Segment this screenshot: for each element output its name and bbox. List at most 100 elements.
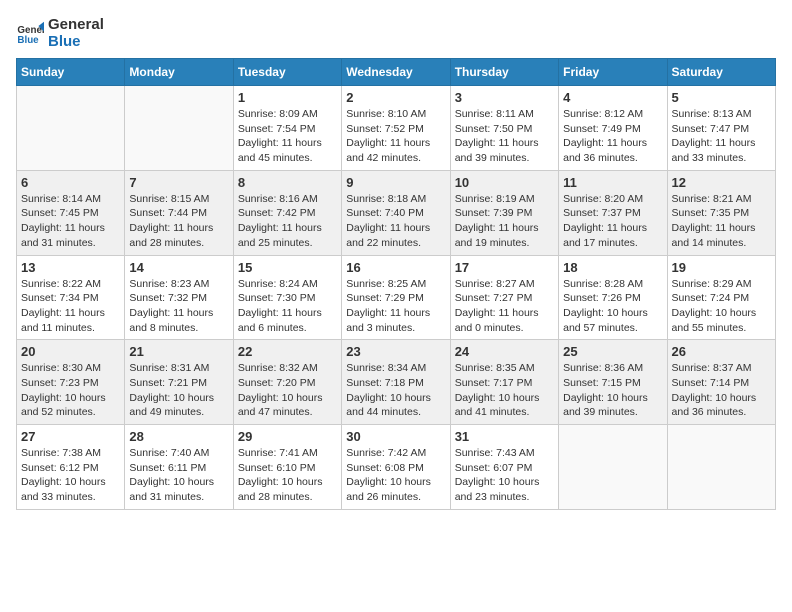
day-number: 3	[455, 90, 554, 105]
calendar-cell: 9 Sunrise: 8:18 AM Sunset: 7:40 PM Daylig…	[342, 170, 450, 255]
calendar-cell: 26Sunrise: 8:37 AM Sunset: 7:14 PM Dayli…	[667, 340, 775, 425]
day-info: Sunrise: 8:28 AM Sunset: 7:26 PM Dayligh…	[563, 277, 662, 336]
day-info: Sunrise: 8:19 AM Sunset: 7:39 PM Dayligh…	[455, 192, 554, 251]
calendar-cell	[17, 86, 125, 171]
calendar-cell: 11 Sunrise: 8:20 AM Sunset: 7:37 PM Dayli…	[559, 170, 667, 255]
calendar-cell: 13Sunrise: 8:22 AM Sunset: 7:34 PM Dayli…	[17, 255, 125, 340]
calendar-cell: 18 Sunrise: 8:28 AM Sunset: 7:26 PM Dayli…	[559, 255, 667, 340]
day-info: Sunrise: 7:38 AM Sunset: 6:12 PM Dayligh…	[21, 446, 120, 505]
calendar-cell: 15 Sunrise: 8:24 AM Sunset: 7:30 PM Dayli…	[233, 255, 341, 340]
day-info: Sunrise: 8:32 AM Sunset: 7:20 PM Dayligh…	[238, 361, 337, 420]
calendar-cell: 27 Sunrise: 7:38 AM Sunset: 6:12 PM Dayli…	[17, 425, 125, 510]
page-header: General Blue General Blue	[16, 16, 776, 50]
weekday-header-tuesday: Tuesday	[233, 59, 341, 86]
calendar-cell	[667, 425, 775, 510]
day-info: Sunrise: 8:34 AM Sunset: 7:18 PM Dayligh…	[346, 361, 445, 420]
day-number: 14	[129, 260, 228, 275]
day-number: 4	[563, 90, 662, 105]
logo-text-general: General	[48, 16, 104, 33]
day-number: 28	[129, 429, 228, 444]
day-number: 27	[21, 429, 120, 444]
day-info: Sunrise: 8:14 AM Sunset: 7:45 PM Dayligh…	[21, 192, 120, 251]
calendar-cell: 19Sunrise: 8:29 AM Sunset: 7:24 PM Dayli…	[667, 255, 775, 340]
calendar-cell: 1 Sunrise: 8:09 AM Sunset: 7:54 PM Daylig…	[233, 86, 341, 171]
calendar-cell: 12Sunrise: 8:21 AM Sunset: 7:35 PM Dayli…	[667, 170, 775, 255]
day-number: 6	[21, 175, 120, 190]
day-info: Sunrise: 8:31 AM Sunset: 7:21 PM Dayligh…	[129, 361, 228, 420]
calendar-cell: 20 Sunrise: 8:30 AM Sunset: 7:23 PM Dayli…	[17, 340, 125, 425]
day-number: 11	[563, 175, 662, 190]
day-number: 21	[129, 344, 228, 359]
day-info: Sunrise: 8:18 AM Sunset: 7:40 PM Dayligh…	[346, 192, 445, 251]
logo-icon: General Blue	[16, 19, 44, 47]
day-info: Sunrise: 8:35 AM Sunset: 7:17 PM Dayligh…	[455, 361, 554, 420]
day-number: 20	[21, 344, 120, 359]
day-number: 17	[455, 260, 554, 275]
day-number: 1	[238, 90, 337, 105]
day-number: 5	[672, 90, 771, 105]
calendar-cell: 22 Sunrise: 8:32 AM Sunset: 7:20 PM Dayli…	[233, 340, 341, 425]
calendar-cell: 25 Sunrise: 8:36 AM Sunset: 7:15 PM Dayli…	[559, 340, 667, 425]
calendar-cell: 10 Sunrise: 8:19 AM Sunset: 7:39 PM Dayli…	[450, 170, 558, 255]
day-info: Sunrise: 8:10 AM Sunset: 7:52 PM Dayligh…	[346, 107, 445, 166]
day-info: Sunrise: 8:24 AM Sunset: 7:30 PM Dayligh…	[238, 277, 337, 336]
day-info: Sunrise: 8:27 AM Sunset: 7:27 PM Dayligh…	[455, 277, 554, 336]
calendar-cell: 21 Sunrise: 8:31 AM Sunset: 7:21 PM Dayli…	[125, 340, 233, 425]
day-number: 9	[346, 175, 445, 190]
calendar-cell: 6 Sunrise: 8:14 AM Sunset: 7:45 PM Daylig…	[17, 170, 125, 255]
day-info: Sunrise: 8:15 AM Sunset: 7:44 PM Dayligh…	[129, 192, 228, 251]
weekday-header-thursday: Thursday	[450, 59, 558, 86]
day-info: Sunrise: 8:13 AM Sunset: 7:47 PM Dayligh…	[672, 107, 771, 166]
calendar-cell: 14 Sunrise: 8:23 AM Sunset: 7:32 PM Dayli…	[125, 255, 233, 340]
weekday-header-sunday: Sunday	[17, 59, 125, 86]
calendar-table: SundayMondayTuesdayWednesdayThursdayFrid…	[16, 58, 776, 510]
day-number: 12	[672, 175, 771, 190]
calendar-cell: 8 Sunrise: 8:16 AM Sunset: 7:42 PM Daylig…	[233, 170, 341, 255]
logo-text-blue: Blue	[48, 33, 104, 50]
calendar-cell: 3 Sunrise: 8:11 AM Sunset: 7:50 PM Daylig…	[450, 86, 558, 171]
day-info: Sunrise: 8:20 AM Sunset: 7:37 PM Dayligh…	[563, 192, 662, 251]
day-number: 2	[346, 90, 445, 105]
calendar-cell: 31Sunrise: 7:43 AM Sunset: 6:07 PM Dayli…	[450, 425, 558, 510]
weekday-header-friday: Friday	[559, 59, 667, 86]
calendar-cell: 24 Sunrise: 8:35 AM Sunset: 7:17 PM Dayli…	[450, 340, 558, 425]
calendar-cell: 5 Sunrise: 8:13 AM Sunset: 7:47 PM Daylig…	[667, 86, 775, 171]
day-info: Sunrise: 8:11 AM Sunset: 7:50 PM Dayligh…	[455, 107, 554, 166]
day-number: 30	[346, 429, 445, 444]
day-info: Sunrise: 8:25 AM Sunset: 7:29 PM Dayligh…	[346, 277, 445, 336]
day-number: 18	[563, 260, 662, 275]
svg-text:Blue: Blue	[17, 35, 39, 46]
calendar-cell: 7 Sunrise: 8:15 AM Sunset: 7:44 PM Daylig…	[125, 170, 233, 255]
day-number: 15	[238, 260, 337, 275]
day-number: 31	[455, 429, 554, 444]
day-number: 24	[455, 344, 554, 359]
day-number: 25	[563, 344, 662, 359]
calendar-cell	[559, 425, 667, 510]
day-number: 26	[672, 344, 771, 359]
calendar-cell: 23 Sunrise: 8:34 AM Sunset: 7:18 PM Dayli…	[342, 340, 450, 425]
day-info: Sunrise: 8:36 AM Sunset: 7:15 PM Dayligh…	[563, 361, 662, 420]
day-number: 23	[346, 344, 445, 359]
weekday-header-wednesday: Wednesday	[342, 59, 450, 86]
weekday-header-monday: Monday	[125, 59, 233, 86]
calendar-cell: 2 Sunrise: 8:10 AM Sunset: 7:52 PM Daylig…	[342, 86, 450, 171]
day-info: Sunrise: 7:42 AM Sunset: 6:08 PM Dayligh…	[346, 446, 445, 505]
calendar-cell: 28 Sunrise: 7:40 AM Sunset: 6:11 PM Dayli…	[125, 425, 233, 510]
calendar-cell	[125, 86, 233, 171]
day-info: Sunrise: 8:22 AM Sunset: 7:34 PM Dayligh…	[21, 277, 120, 336]
day-number: 8	[238, 175, 337, 190]
logo: General Blue General Blue	[16, 16, 104, 50]
day-number: 29	[238, 429, 337, 444]
day-number: 7	[129, 175, 228, 190]
day-info: Sunrise: 8:12 AM Sunset: 7:49 PM Dayligh…	[563, 107, 662, 166]
day-number: 22	[238, 344, 337, 359]
calendar-cell: 4 Sunrise: 8:12 AM Sunset: 7:49 PM Daylig…	[559, 86, 667, 171]
day-info: Sunrise: 8:16 AM Sunset: 7:42 PM Dayligh…	[238, 192, 337, 251]
day-info: Sunrise: 7:40 AM Sunset: 6:11 PM Dayligh…	[129, 446, 228, 505]
day-number: 10	[455, 175, 554, 190]
calendar-cell: 29Sunrise: 7:41 AM Sunset: 6:10 PM Dayli…	[233, 425, 341, 510]
day-info: Sunrise: 8:09 AM Sunset: 7:54 PM Dayligh…	[238, 107, 337, 166]
day-info: Sunrise: 8:30 AM Sunset: 7:23 PM Dayligh…	[21, 361, 120, 420]
day-info: Sunrise: 8:23 AM Sunset: 7:32 PM Dayligh…	[129, 277, 228, 336]
day-info: Sunrise: 8:29 AM Sunset: 7:24 PM Dayligh…	[672, 277, 771, 336]
